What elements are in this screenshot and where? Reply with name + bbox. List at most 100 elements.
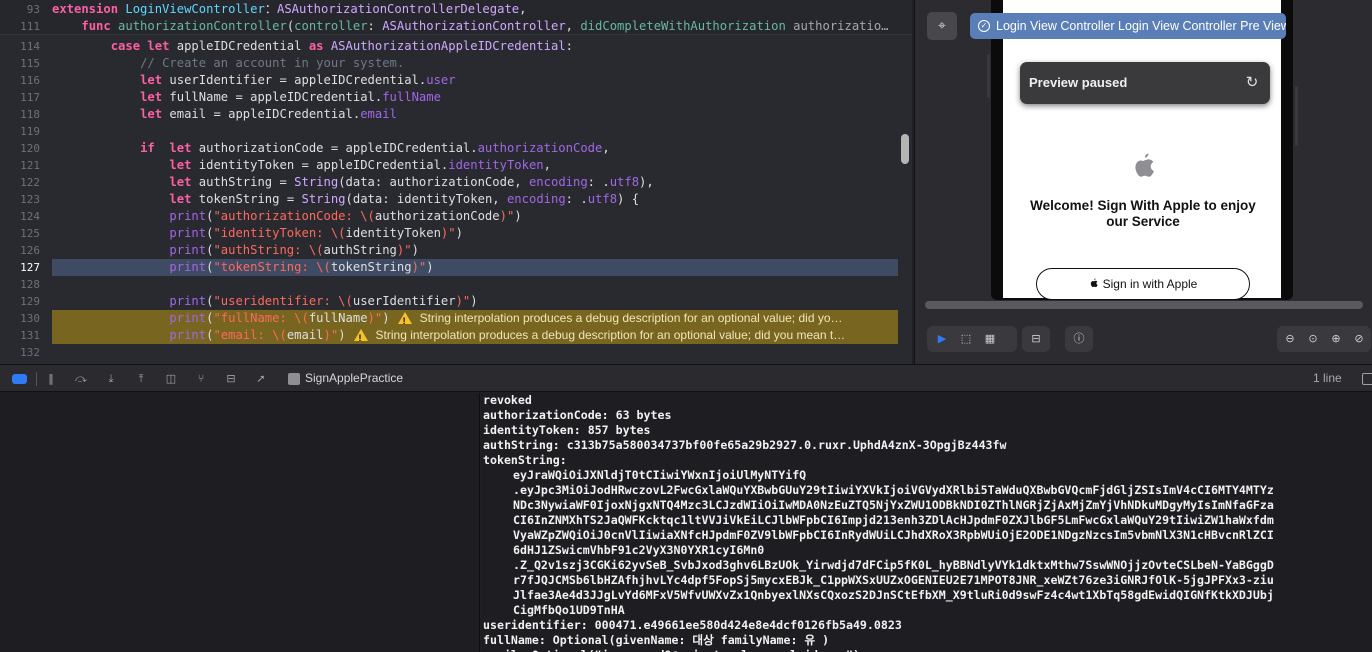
step-into-icon[interactable]: ⤓ bbox=[103, 371, 119, 387]
console-line: revoked bbox=[483, 393, 532, 407]
code-token: ) bbox=[426, 260, 434, 274]
warning-icon[interactable] bbox=[353, 329, 368, 344]
inspect-icon[interactable]: ⓘ bbox=[1068, 326, 1090, 352]
device-settings-icon[interactable]: ⊟ bbox=[1025, 326, 1047, 352]
code-line[interactable]: // Create an account in your system. bbox=[52, 55, 898, 72]
split-view-icon[interactable] bbox=[1362, 373, 1372, 385]
preview-paused-banner: Preview paused ↻ bbox=[1020, 62, 1270, 104]
zoom-100-icon[interactable]: ⊙ bbox=[1302, 326, 1324, 352]
code-line[interactable]: print("useridentifier: \(userIdentifier)… bbox=[52, 293, 898, 310]
live-preview-icon[interactable]: ▶ bbox=[931, 326, 953, 352]
code-line[interactable]: print("fullName: \(fullName)")String int… bbox=[52, 310, 898, 327]
console-output[interactable]: revoked authorizationCode: 63 bytes identi… bbox=[481, 393, 1372, 652]
code-line[interactable]: let userIdentifier = appleIDCredential.u… bbox=[52, 72, 898, 89]
line-number[interactable]: 122 bbox=[0, 174, 40, 191]
code-token: print bbox=[169, 294, 207, 308]
line-number[interactable]: 131 bbox=[0, 327, 40, 344]
code-token: // Create an account in your system. bbox=[140, 56, 405, 70]
line-number[interactable]: 132 bbox=[0, 344, 40, 361]
code-line[interactable]: if let authorizationCode = appleIDCreden… bbox=[52, 140, 898, 157]
code-line[interactable]: print("authString: \(authString)") bbox=[52, 242, 898, 259]
scheme-label[interactable]: SignApplePractice bbox=[305, 371, 403, 385]
line-number[interactable]: 93 bbox=[0, 1, 40, 18]
line-number[interactable]: 124 bbox=[0, 208, 40, 225]
code-line[interactable]: func authorizationController(controller:… bbox=[52, 18, 898, 35]
code-token: utf8 bbox=[587, 192, 618, 206]
memory-graph-icon[interactable]: ⑂ bbox=[193, 371, 209, 387]
selectable-mode-icon[interactable]: ⬚ bbox=[955, 326, 977, 352]
hide-debug-area-toggle[interactable] bbox=[12, 374, 27, 384]
code-editor[interactable]: 93 extension LoginViewController：ASAuthor… bbox=[0, 0, 912, 364]
line-number[interactable]: 118 bbox=[0, 106, 40, 123]
code-line[interactable]: let identityToken = appleIDCredential.id… bbox=[52, 157, 898, 174]
warning-icon[interactable] bbox=[397, 312, 412, 327]
editor-scrollbar-thumb[interactable] bbox=[901, 134, 909, 164]
debug-bar: ‖ ⤼ ⤓ ⤒ ◫ ⑂ ⊟ ➚ SignApplePractice 1 line bbox=[0, 364, 1372, 392]
code-line[interactable]: let authString = String(data: authorizat… bbox=[52, 174, 898, 191]
environment-overrides-icon[interactable]: ⊟ bbox=[223, 371, 239, 387]
simulate-location-icon[interactable]: ➚ bbox=[253, 371, 269, 387]
line-number[interactable]: 116 bbox=[0, 72, 40, 89]
device-settings-group: ⊟ bbox=[1022, 326, 1050, 352]
line-number[interactable]: 126 bbox=[0, 242, 40, 259]
pin-preview-button[interactable]: ⌖ bbox=[927, 12, 957, 40]
line-number[interactable]: 125 bbox=[0, 225, 40, 242]
view-hierarchy-icon[interactable]: ◫ bbox=[163, 371, 179, 387]
code-token: )" bbox=[367, 311, 383, 325]
line-number[interactable]: 128 bbox=[0, 276, 40, 293]
code-line[interactable]: let email = appleIDCredential.email bbox=[52, 106, 898, 123]
refresh-icon[interactable]: ↻ bbox=[1244, 74, 1260, 90]
code-token: ) bbox=[382, 311, 390, 325]
code-token: print bbox=[169, 328, 207, 342]
code-line[interactable]: print("identityToken: \(identityToken)") bbox=[52, 225, 898, 242]
preview-tab[interactable]: ✓ Login View Controller Login View Contr… bbox=[970, 13, 1286, 39]
line-number[interactable]: 114 bbox=[0, 38, 40, 55]
step-over-icon[interactable]: ⤼ bbox=[73, 371, 89, 387]
code-token: : bbox=[367, 19, 383, 33]
code-token: ) bbox=[411, 243, 419, 257]
code-line[interactable] bbox=[52, 123, 898, 140]
line-number[interactable]: 123 bbox=[0, 191, 40, 208]
code-line[interactable]: let fullName = appleIDCredential.fullNam… bbox=[52, 89, 898, 106]
code-line[interactable]: let tokenString = String(data: identityT… bbox=[52, 191, 898, 208]
variables-view[interactable] bbox=[0, 393, 480, 652]
line-number[interactable]: 130 bbox=[0, 310, 40, 327]
code-line[interactable]: print("tokenString: \(tokenString)") bbox=[52, 259, 898, 276]
zoom-in-icon[interactable]: ⊕ bbox=[1325, 326, 1347, 352]
code-line[interactable]: extension LoginViewController：ASAuthoriz… bbox=[52, 1, 898, 18]
pause-icon[interactable]: ‖ bbox=[43, 371, 59, 387]
code-line[interactable] bbox=[52, 344, 898, 361]
welcome-text: Welcome! Sign With Apple to enjoy our Se… bbox=[1030, 198, 1256, 229]
line-number[interactable]: 120 bbox=[0, 140, 40, 157]
code-token: ) bbox=[338, 328, 346, 342]
line-number[interactable]: 117 bbox=[0, 89, 40, 106]
code-token: authorizationController bbox=[118, 19, 287, 33]
sign-in-with-apple-button[interactable]: Sign in with Apple bbox=[1036, 268, 1250, 300]
line-number[interactable]: 119 bbox=[0, 123, 40, 140]
variants-grid-icon[interactable]: ▦ bbox=[979, 326, 1001, 352]
zoom-fit-icon[interactable]: ⊘ bbox=[1348, 326, 1370, 352]
code-line[interactable]: print("email: \(email)")String interpola… bbox=[52, 327, 898, 344]
scheme-target-icon bbox=[288, 373, 300, 385]
device-button-right bbox=[1295, 86, 1298, 146]
zoom-out-icon[interactable]: ⊖ bbox=[1279, 326, 1301, 352]
preview-horizontal-scrollbar[interactable] bbox=[925, 301, 1363, 309]
warning-message[interactable]: String interpolation produces a debug de… bbox=[376, 328, 846, 342]
line-number[interactable]: 121 bbox=[0, 157, 40, 174]
console-line: NDc3NywiaWF0IjoxNjgxNTQ4Mzc3LCJzdWIiOiIw… bbox=[513, 498, 1274, 512]
console-line: .Z_Q2v1szj3CGKi62yvSeB_SvbJxod3ghv6LBzUO… bbox=[513, 558, 1274, 572]
line-number[interactable]: 111 bbox=[0, 18, 40, 35]
code-line[interactable]: case let appleIDCredential as ASAuthoriz… bbox=[52, 38, 898, 55]
code-token: )" bbox=[396, 243, 412, 257]
code-token: "useridentifier: \( bbox=[213, 294, 353, 308]
line-number[interactable]: 129 bbox=[0, 293, 40, 310]
warning-message[interactable]: String interpolation produces a debug de… bbox=[420, 311, 843, 325]
line-number[interactable]: 127 bbox=[0, 259, 40, 276]
code-token: (data: identityToken, bbox=[345, 192, 507, 206]
step-out-icon[interactable]: ⤒ bbox=[133, 371, 149, 387]
line-number[interactable]: 115 bbox=[0, 55, 40, 72]
code-line[interactable] bbox=[52, 276, 898, 293]
code-line[interactable]: print("authorizationCode: \(authorizatio… bbox=[52, 208, 898, 225]
